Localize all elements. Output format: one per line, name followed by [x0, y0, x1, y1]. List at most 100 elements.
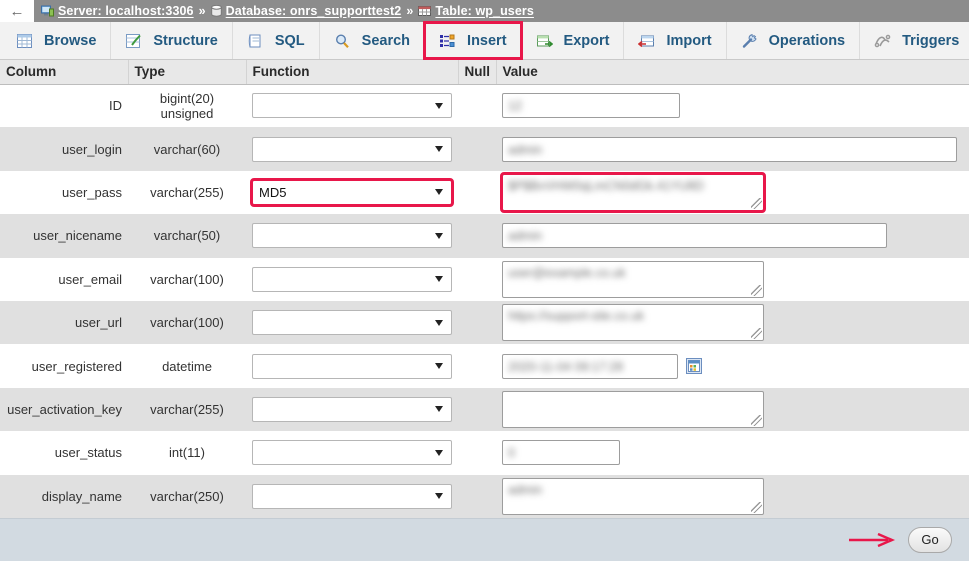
- chevron-down-icon: [435, 232, 443, 239]
- value-field-text: 0: [508, 446, 515, 461]
- row-column-type: varchar(255): [150, 401, 224, 417]
- function-select[interactable]: [252, 353, 452, 379]
- value-field[interactable]: 0: [502, 440, 620, 466]
- breadcrumb: Server: localhost:3306 » Database: onrs_…: [34, 0, 969, 22]
- server-icon: [41, 5, 54, 17]
- tab-sql[interactable]: SQL: [231, 22, 320, 59]
- arrow-right-icon: [848, 532, 896, 548]
- function-select[interactable]: MD5: [250, 177, 454, 207]
- breadcrumb-separator-1: »: [198, 4, 206, 18]
- breadcrumb-table[interactable]: Table: wp_users: [418, 4, 534, 18]
- row-value-cell: $P$BvVHW0qLmCN0dGk.41YU8D: [496, 171, 969, 214]
- row-function-cell: [246, 301, 458, 344]
- datetime-value-group: 2020-11-04 09:17:28: [502, 353, 963, 379]
- row-null-cell: [458, 431, 496, 474]
- tab-browse[interactable]: Browse: [2, 22, 112, 59]
- tab-triggers[interactable]: Triggers: [859, 22, 969, 59]
- row-column-name: user_registered: [31, 358, 122, 374]
- tab-label: Triggers: [902, 32, 960, 49]
- row-column-name: user_status: [54, 445, 122, 461]
- breadcrumb-server[interactable]: Server: localhost:3306: [41, 4, 194, 18]
- breadcrumb-database-label: Database: onrs_supporttest2: [225, 4, 402, 18]
- function-select[interactable]: [252, 396, 452, 422]
- value-field[interactable]: https://support-site.co.uk: [502, 304, 764, 342]
- value-field-text: 2020-11-04 09:17:28: [508, 359, 624, 374]
- function-select[interactable]: [252, 266, 452, 292]
- value-field[interactable]: user@example.co.uk: [502, 260, 764, 298]
- function-select[interactable]: [252, 483, 452, 509]
- row-null-cell: [458, 301, 496, 344]
- tab-insert[interactable]: Insert: [423, 21, 523, 60]
- function-select[interactable]: [252, 93, 452, 119]
- table-icon: [418, 5, 432, 17]
- row-function-cell: [246, 344, 458, 387]
- value-field[interactable]: admin: [502, 136, 957, 162]
- database-icon: [210, 5, 222, 17]
- breadcrumb-table-label: Table: wp_users: [435, 4, 534, 18]
- table-row: user_registered datetime 2020-11-04 09:17:…: [0, 344, 969, 388]
- function-select[interactable]: [252, 440, 452, 466]
- row-function-cell: [246, 258, 458, 301]
- row-column-name: display_name: [41, 488, 122, 504]
- tab-label: SQL: [274, 32, 305, 49]
- value-field[interactable]: [502, 390, 764, 428]
- row-null-cell: [458, 171, 496, 214]
- value-field-text: admin: [508, 142, 543, 157]
- header-null: Null: [458, 60, 497, 85]
- row-column-type: varchar(60): [153, 141, 221, 157]
- value-field[interactable]: 2020-11-04 09:17:28: [502, 353, 678, 379]
- table-row: user_login varchar(60) admin: [0, 127, 969, 171]
- table-row: user_pass varchar(255) MD5 $P$BvVHW0qLmCN0d…: [0, 170, 969, 215]
- go-button[interactable]: Go: [908, 526, 952, 553]
- row-column-name: user_nicename: [33, 228, 122, 244]
- structure-icon: [125, 33, 142, 49]
- row-value-cell: admin: [496, 127, 969, 170]
- value-field[interactable]: admin: [502, 477, 764, 515]
- row-function-cell: MD5: [246, 171, 458, 214]
- chevron-down-icon: [435, 146, 443, 153]
- row-function-cell: [246, 84, 458, 127]
- tab-label: Operations: [768, 32, 846, 49]
- row-null-cell: [458, 127, 496, 170]
- function-select[interactable]: [252, 136, 452, 162]
- tab-search[interactable]: Search: [318, 22, 426, 59]
- tab-operations[interactable]: Operations: [725, 22, 861, 59]
- insert-icon: [439, 33, 456, 49]
- table-row: user_nicename varchar(50) admin: [0, 214, 969, 258]
- back-button[interactable]: ←: [0, 0, 34, 22]
- row-value-cell: 0: [496, 431, 969, 474]
- value-field[interactable]: admin: [502, 223, 887, 249]
- value-field[interactable]: $P$BvVHW0qLmCN0dGk.41YU8D: [500, 171, 766, 213]
- breadcrumb-database[interactable]: Database: onrs_supporttest2: [210, 4, 402, 18]
- row-value-cell: 12: [496, 84, 969, 127]
- row-column-type: datetime: [162, 358, 212, 374]
- row-column-type: bigint(20) unsigned: [159, 90, 215, 121]
- header-column: Column: [0, 60, 129, 85]
- tab-export[interactable]: Export: [520, 22, 625, 59]
- value-field[interactable]: 12: [502, 93, 680, 119]
- row-column-type: varchar(100): [150, 315, 224, 331]
- export-icon: [536, 33, 553, 49]
- header-type: Type: [128, 60, 247, 85]
- tab-structure[interactable]: Structure: [110, 22, 233, 59]
- row-column-name: user_login: [62, 141, 122, 157]
- value-field-text: admin: [508, 229, 543, 244]
- chevron-down-icon: [435, 319, 443, 326]
- row-column-type: varchar(255): [150, 184, 224, 200]
- row-column-type: varchar(100): [150, 271, 224, 287]
- tab-import[interactable]: Import: [623, 22, 727, 59]
- chevron-down-icon: [435, 449, 443, 456]
- triggers-icon: [874, 33, 891, 49]
- function-select-value: MD5: [259, 184, 287, 200]
- function-select[interactable]: [252, 223, 452, 249]
- row-function-cell: [246, 214, 458, 257]
- sql-icon: [247, 33, 264, 49]
- table-row: user_email varchar(100) user@example.co.uk: [0, 257, 969, 301]
- tab-label: Structure: [153, 32, 218, 49]
- calendar-icon[interactable]: [686, 358, 702, 375]
- table-row: display_name varchar(250) admin: [0, 474, 969, 518]
- function-select[interactable]: [252, 310, 452, 336]
- table-header-row: Column Type Function Null Value: [0, 60, 969, 85]
- row-null-cell: [458, 84, 496, 127]
- search-icon: [334, 33, 351, 49]
